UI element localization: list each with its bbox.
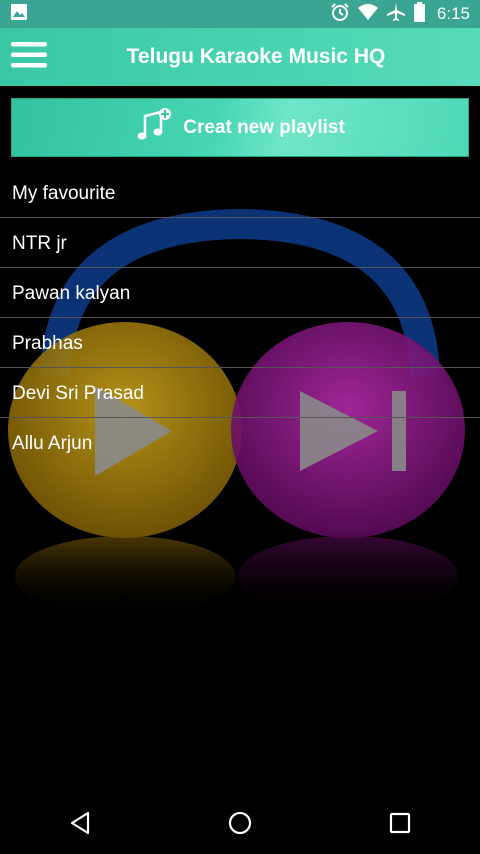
app-bar: Telugu Karaoke Music HQ xyxy=(0,28,480,86)
playlist-list: My favourite NTR jr Pawan kalyan Prabhas… xyxy=(0,168,480,468)
home-button[interactable] xyxy=(210,796,270,854)
alarm-icon xyxy=(330,2,350,27)
airplane-icon xyxy=(386,2,406,27)
playlist-item-pawan-kalyan[interactable]: Pawan kalyan xyxy=(0,268,480,318)
recents-button[interactable] xyxy=(370,796,430,854)
status-bar: 6:15 xyxy=(0,0,480,28)
create-playlist-label: Creat new playlist xyxy=(183,116,345,138)
recents-icon xyxy=(389,812,411,839)
image-icon xyxy=(10,3,28,26)
app-title: Telugu Karaoke Music HQ xyxy=(126,45,386,68)
back-button[interactable] xyxy=(50,796,110,854)
playlist-item-ntr-jr[interactable]: NTR jr xyxy=(0,218,480,268)
battery-icon xyxy=(413,1,425,27)
music-note-add-icon xyxy=(135,106,173,149)
playlist-item-my-favourite[interactable]: My favourite xyxy=(0,168,480,218)
create-playlist-button[interactable]: Creat new playlist xyxy=(11,98,469,157)
home-icon xyxy=(228,811,252,840)
hamburger-menu-icon xyxy=(11,41,47,74)
playlist-item-devi-sri-prasad[interactable]: Devi Sri Prasad xyxy=(0,368,480,418)
playlist-item-allu-arjun[interactable]: Allu Arjun xyxy=(0,418,480,468)
back-icon xyxy=(69,811,91,840)
navigation-bar xyxy=(0,796,480,854)
playlist-item-prabhas[interactable]: Prabhas xyxy=(0,318,480,368)
menu-button[interactable] xyxy=(1,28,57,86)
wifi-icon xyxy=(357,3,378,26)
status-time: 6:15 xyxy=(436,4,470,23)
